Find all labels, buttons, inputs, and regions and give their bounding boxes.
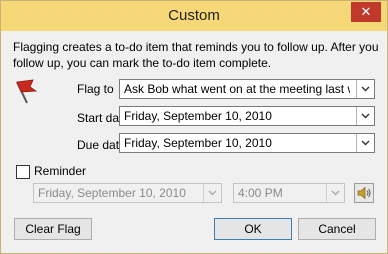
ok-button[interactable]: OK [214, 218, 292, 240]
title-bar: Custom ✕ [1, 1, 387, 31]
start-date-value: Friday, September 10, 2010 [124, 109, 272, 123]
reminder-date-combo[interactable]: Friday, September 10, 2010 [33, 183, 222, 203]
reminder-time-value: 4:00 PM [238, 186, 283, 200]
due-date-combo[interactable]: Friday, September 10, 2010 [119, 133, 375, 153]
reminder-time-combo[interactable]: 4:00 PM [233, 183, 345, 203]
speaker-icon [357, 186, 371, 200]
red-flag-icon [16, 79, 38, 104]
start-date-combo[interactable]: Friday, September 10, 2010 [119, 106, 375, 126]
clear-flag-button[interactable]: Clear Flag [14, 218, 92, 240]
chevron-down-icon[interactable] [356, 107, 374, 125]
flag-to-value: Ask Bob what went on at the meeting last… [124, 82, 350, 96]
reminder-sound-button[interactable] [354, 183, 374, 203]
chevron-down-icon[interactable] [326, 184, 344, 202]
description-text: Flagging creates a to-do item that remin… [13, 40, 379, 70]
flag-to-label: Flag to [77, 82, 114, 96]
cancel-button[interactable]: Cancel [298, 218, 376, 240]
chevron-down-icon[interactable] [356, 134, 374, 152]
flag-to-combo[interactable]: Ask Bob what went on at the meeting last… [119, 79, 375, 99]
reminder-label: Reminder [34, 164, 87, 178]
close-button[interactable]: ✕ [351, 2, 381, 22]
chevron-down-icon[interactable] [356, 80, 374, 98]
dialog-title: Custom [168, 7, 220, 24]
chevron-down-icon[interactable] [203, 184, 221, 202]
due-date-value: Friday, September 10, 2010 [124, 136, 272, 150]
reminder-date-value: Friday, September 10, 2010 [38, 186, 186, 200]
reminder-checkbox[interactable] [16, 165, 30, 179]
custom-dialog: Custom ✕ Flagging creates a to-do item t… [0, 0, 388, 254]
